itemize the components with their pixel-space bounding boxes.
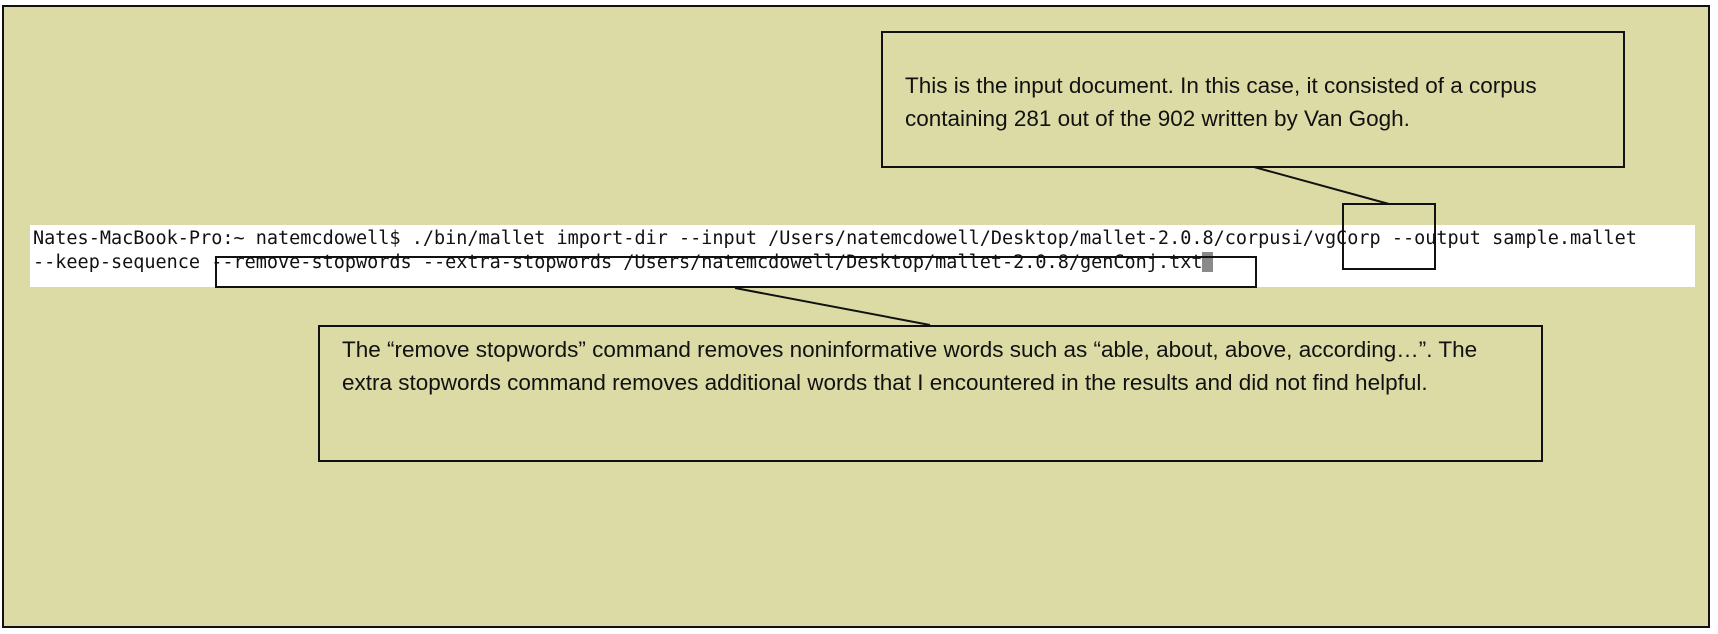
terminal-output: Nates-MacBook-Pro:~ natemcdowell$ ./bin/… bbox=[30, 225, 1695, 287]
terminal-cursor bbox=[1202, 252, 1214, 272]
terminal-line-1-text: Nates-MacBook-Pro:~ natemcdowell$ ./bin/… bbox=[33, 228, 1637, 249]
terminal-line-options: --keep-sequence --remove-stopwords --ext… bbox=[33, 252, 1214, 274]
input-document-callout: This is the input document. In this case… bbox=[881, 31, 1625, 168]
stopwords-callout: The “remove stopwords” command removes n… bbox=[318, 325, 1543, 462]
terminal-line-command: Nates-MacBook-Pro:~ natemcdowell$ ./bin/… bbox=[33, 228, 1637, 250]
stopwords-callout-text: The “remove stopwords” command removes n… bbox=[342, 337, 1478, 395]
input-callout-text: This is the input document. In this case… bbox=[905, 73, 1537, 131]
terminal-line-2-text: --keep-sequence --remove-stopwords --ext… bbox=[33, 252, 1203, 273]
